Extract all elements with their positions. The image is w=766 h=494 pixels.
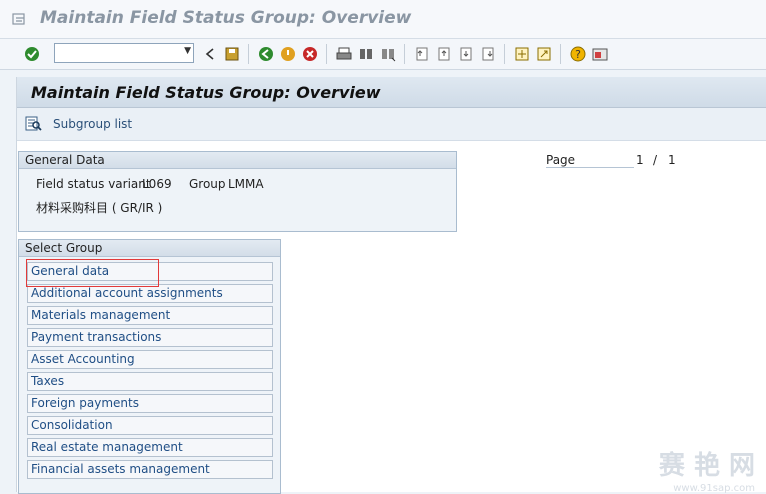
subgroup-list-label: Subgroup list (53, 117, 133, 131)
group-button-asset-accounting[interactable]: Asset Accounting (27, 350, 273, 369)
menu-icon[interactable] (12, 12, 26, 26)
page-current: 1 (636, 153, 644, 167)
first-page-icon[interactable] (412, 44, 432, 64)
find-next-icon[interactable] (378, 44, 398, 64)
group-button-real-estate-management[interactable]: Real estate management (27, 438, 273, 457)
group-button-foreign-payments[interactable]: Foreign payments (27, 394, 273, 413)
select-group-panel: Select Group General data Additional acc… (18, 239, 281, 494)
last-page-icon[interactable] (478, 44, 498, 64)
page-label: Page (546, 153, 634, 168)
cancel-icon[interactable] (300, 44, 320, 64)
select-group-header: Select Group (19, 240, 280, 257)
window-title: Maintain Field Status Group: Overview (40, 8, 412, 28)
application-toolbar: Subgroup list (17, 108, 766, 141)
print-icon[interactable] (334, 44, 354, 64)
group-label: Group (189, 177, 226, 191)
group-description: 材料采购科目 ( GR/IR ) (36, 201, 163, 215)
group-button-taxes[interactable]: Taxes (27, 372, 273, 391)
page-separator: / (653, 153, 658, 167)
help-icon[interactable]: ? (568, 44, 588, 64)
customize-layout-icon[interactable] (590, 44, 610, 64)
next-page-icon[interactable] (456, 44, 476, 64)
create-session-icon[interactable] (512, 44, 532, 64)
watermark-text: 赛 艳 网 (658, 451, 755, 481)
command-field[interactable]: ▼ (54, 43, 194, 63)
group-button-payment-transactions[interactable]: Payment transactions (27, 328, 273, 347)
save-icon[interactable] (222, 44, 242, 64)
variant-value: L069 (142, 177, 172, 191)
subgroup-list-button[interactable]: Subgroup list (25, 116, 132, 132)
back-icon[interactable] (256, 44, 276, 64)
magnifier-list-icon (25, 116, 42, 131)
general-data-panel: General Data Field status variant L069 G… (18, 151, 457, 232)
pagination: Page 1 / 1 (546, 153, 706, 173)
page-total: 1 (668, 153, 676, 167)
shortcut-icon[interactable] (534, 44, 554, 64)
enter-icon[interactable] (22, 44, 42, 64)
selection-highlight (26, 259, 159, 287)
standard-toolbar: ▼ ? (0, 39, 766, 70)
group-value: LMMA (228, 177, 264, 191)
group-button-consolidation[interactable]: Consolidation (27, 416, 273, 435)
chevron-down-icon[interactable]: ▼ (184, 46, 191, 56)
group-button-materials-management[interactable]: Materials management (27, 306, 273, 325)
main-content: Maintain Field Status Group: Overview Su… (16, 77, 766, 494)
page-title-bar: Maintain Field Status Group: Overview (17, 77, 766, 108)
back-arrow-icon[interactable] (200, 44, 220, 64)
svg-text:?: ? (575, 48, 581, 61)
window-title-bar: Maintain Field Status Group: Overview (0, 0, 766, 39)
previous-page-icon[interactable] (434, 44, 454, 64)
group-button-financial-assets-management[interactable]: Financial assets management (27, 460, 273, 479)
page-title: Maintain Field Status Group: Overview (31, 83, 381, 102)
general-data-header: General Data (19, 152, 456, 169)
watermark: 赛 艳 网 www.91sap.com (658, 445, 755, 494)
exit-icon[interactable] (278, 44, 298, 64)
find-icon[interactable] (356, 44, 376, 64)
variant-label: Field status variant (36, 177, 151, 191)
watermark-sub: www.91sap.com (673, 483, 755, 494)
